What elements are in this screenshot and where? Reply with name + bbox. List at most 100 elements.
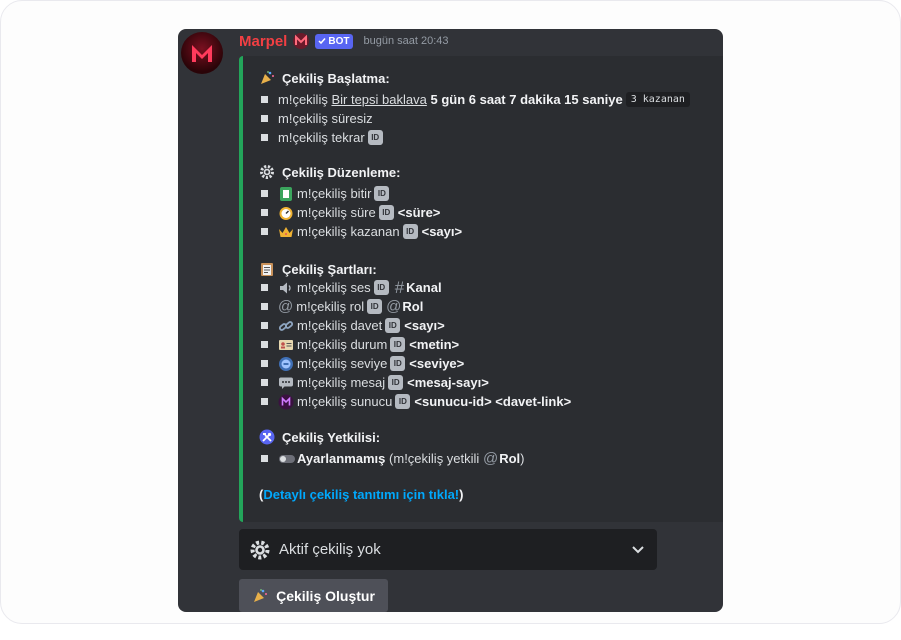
id-badge-icon: ID (374, 186, 390, 201)
bullet (261, 134, 268, 141)
section-title-text: Çekiliş Düzenleme: (282, 164, 401, 180)
bullet (261, 284, 268, 291)
list-item: m!çekiliş davet ID <sayı> (261, 317, 445, 334)
bullet (261, 379, 268, 386)
bullet (261, 209, 268, 216)
at-mention-icon: @ (482, 450, 499, 467)
bullet (261, 398, 268, 405)
toggle-off-icon (278, 451, 295, 467)
argument-text: <davet-link> (495, 394, 572, 409)
list-item: m!çekiliş kazanan ID <sayı> (261, 223, 462, 240)
id-badge-icon: ID (388, 375, 404, 390)
section-title-terms: Çekiliş Şartları: (259, 261, 377, 277)
argument-text: <seviye> (409, 356, 465, 371)
command-text: m!çekiliş tekrar (278, 130, 365, 145)
id-badge-icon: ID (373, 280, 389, 295)
winners-code: 3 kazanan (625, 92, 690, 107)
id-badge-icon: ID (385, 318, 401, 333)
author-avatar[interactable] (181, 32, 223, 74)
id-badge-icon: ID (395, 394, 411, 409)
list-item: m!çekiliş tekrar ID (261, 129, 387, 146)
prize-link[interactable]: Bir tepsi baklava (331, 92, 426, 107)
argument-text: <sayı> (421, 224, 463, 239)
section-title-start: Çekiliş Başlatma: (259, 70, 390, 86)
argument-text: <süre> (397, 205, 441, 220)
verified-check-icon (318, 38, 326, 45)
bullet (261, 455, 268, 462)
list-item: Ayarlanmamış (m!çekiliş yetkili @ Rol ) (261, 450, 524, 467)
bot-tag: BOT (315, 33, 354, 49)
list-item: m!çekiliş süresiz (261, 110, 373, 127)
command-text: m!çekiliş mesaj (297, 375, 386, 390)
command-text: (m!çekiliş yetkili (389, 451, 480, 466)
active-giveaways-select[interactable]: Aktif çekiliş yok (239, 529, 657, 570)
message-timestamp: bugün saat 20:43 (363, 35, 449, 47)
id-badge-icon: ID (378, 205, 394, 220)
crown-icon (278, 224, 294, 240)
command-text: m!çekiliş kazanan (297, 224, 400, 239)
argument-text: <sunucu-id> (414, 394, 492, 409)
list-item: m!çekiliş durum ID <metin> (261, 336, 459, 353)
bullet (261, 115, 268, 122)
link-icon (278, 318, 294, 334)
argument-text: Rol (499, 451, 521, 466)
section-title-text: Çekiliş Yetkilisi: (282, 429, 381, 445)
tools-icon (259, 429, 275, 445)
command-text: m!çekiliş durum (297, 337, 388, 352)
list-item: m!çekiliş sunucu ID <sunucu-id> <davet-l… (261, 393, 571, 410)
party-popper-icon (259, 70, 275, 86)
channel-hash-icon: # (394, 277, 405, 297)
bullet (261, 341, 268, 348)
bullet (261, 360, 268, 367)
button-label: Çekiliş Oluştur (276, 587, 375, 604)
section-title-text: Çekiliş Şartları: (282, 261, 377, 277)
list-item: m!çekiliş ses ID # Kanal (261, 277, 442, 297)
speech-bubble-icon (278, 375, 294, 391)
level-badge-icon (278, 356, 294, 372)
argument-text: Rol (402, 299, 424, 314)
create-giveaway-button[interactable]: Çekiliş Oluştur (239, 579, 388, 612)
author-badge-icon (291, 32, 311, 50)
bot-tag-label: BOT (328, 35, 350, 47)
speaker-icon (278, 280, 294, 296)
command-text: m!çekiliş davet (297, 318, 383, 333)
list-item: @ m!çekiliş rol ID @ Rol (261, 298, 423, 315)
clipboard-icon (259, 261, 275, 277)
chevron-down-icon[interactable] (631, 542, 645, 556)
id-badge-icon: ID (367, 130, 383, 145)
bullet (261, 96, 268, 103)
command-text: m!çekiliş seviye (297, 356, 388, 371)
server-logo-icon (278, 394, 294, 410)
command-text: m!çekiliş ses (297, 280, 371, 295)
timer-icon (278, 205, 294, 221)
list-item: m!çekiliş Bir tepsi baklava 5 gün 6 saat… (261, 91, 690, 108)
author-name[interactable]: Marpel (239, 33, 287, 50)
command-text: m!çekiliş rol (296, 299, 365, 314)
admin-status: Ayarlanmamış (297, 451, 386, 466)
select-label: Aktif çekiliş yok (279, 541, 381, 558)
command-text: m!çekiliş (278, 92, 328, 107)
details-link[interactable]: Detaylı çekiliş tanıtımı için tıkla! (263, 487, 459, 502)
bullet (261, 190, 268, 197)
embed: Çekiliş Başlatma: m!çekiliş Bir tepsi ba… (239, 56, 723, 522)
paren-close: ) (459, 487, 464, 502)
command-text: m!çekiliş sunucu (297, 394, 393, 409)
section-title-admin: Çekiliş Yetkilisi: (259, 429, 380, 445)
list-item: m!çekiliş süre ID <süre> (261, 204, 440, 221)
argument-text: Kanal (406, 280, 442, 295)
command-text: ) (520, 451, 525, 466)
section-title-text: Çekiliş Başlatma: (282, 70, 390, 86)
duration-text: 5 gün 6 saat 7 dakika 15 saniye (430, 92, 623, 107)
party-popper-icon (252, 588, 268, 604)
section-title-edit: Çekiliş Düzenleme: (259, 164, 401, 180)
id-badge-icon: ID (390, 337, 406, 352)
bullet (261, 228, 268, 235)
bullet (261, 322, 268, 329)
id-badge-icon: ID (402, 224, 418, 239)
message-header: Marpel BOT bugün saat 20:43 (239, 31, 449, 51)
list-item: m!çekiliş mesaj ID <mesaj-sayı> (261, 374, 489, 391)
list-item: m!çekiliş bitir ID (261, 185, 393, 202)
bullet (261, 303, 268, 310)
gear-icon (259, 164, 275, 180)
stop-sign-icon (278, 186, 294, 202)
